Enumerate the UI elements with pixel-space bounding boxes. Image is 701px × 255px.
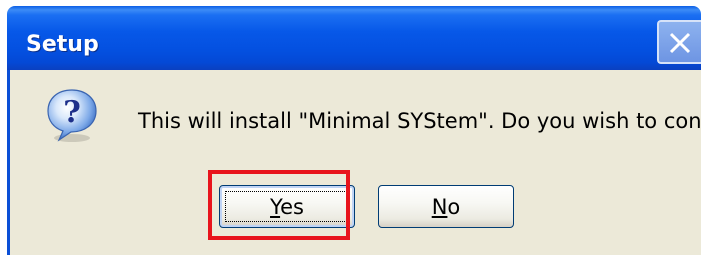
- yes-button[interactable]: Yes: [219, 185, 355, 228]
- no-button-label: No: [431, 194, 461, 219]
- svg-text:?: ?: [63, 95, 81, 130]
- title-bar[interactable]: Setup: [7, 6, 701, 70]
- setup-dialog: Setup ? This will install "Minimal SYSte…: [0, 0, 701, 255]
- no-button[interactable]: No: [378, 185, 514, 228]
- window-title: Setup: [26, 32, 99, 57]
- question-icon: ?: [43, 86, 101, 144]
- close-button[interactable]: [657, 20, 701, 64]
- message-text: This will install "Minimal SYStem". Do y…: [138, 109, 701, 133]
- focus-rect: [225, 191, 349, 222]
- dialog-body: ? This will install "Minimal SYStem". Do…: [7, 70, 701, 255]
- close-icon: [669, 32, 691, 54]
